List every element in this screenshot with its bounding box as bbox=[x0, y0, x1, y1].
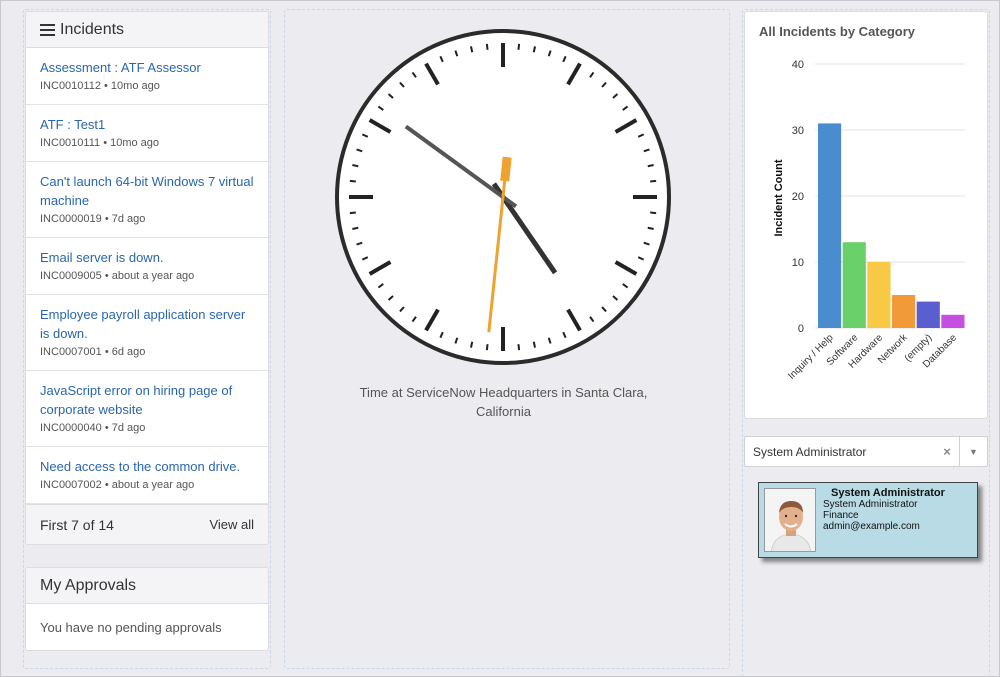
clock-second-hand-counterweight bbox=[500, 156, 512, 182]
clock-minute-tick bbox=[352, 226, 359, 230]
chart-y-tick-label: 20 bbox=[792, 191, 804, 203]
chart-bar bbox=[916, 301, 940, 328]
incident-meta: INC0007001 • 6d ago bbox=[40, 346, 146, 358]
chart-bar bbox=[941, 314, 965, 328]
incident-list-item[interactable]: ATF : Test1 INC0010111 • 10mo ago bbox=[26, 105, 268, 162]
incident-title-link[interactable]: ATF : Test1 bbox=[40, 115, 254, 134]
clock-minute-tick bbox=[470, 46, 474, 53]
clock-caption: Time at ServiceNow Headquarters in Santa… bbox=[359, 385, 648, 419]
incident-list-item[interactable]: JavaScript error on hiring page of corpo… bbox=[26, 371, 268, 447]
view-all-link[interactable]: View all bbox=[209, 517, 254, 532]
incident-list-item[interactable]: Assessment : ATF Assessor INC0010112 • 10… bbox=[26, 48, 268, 105]
chevron-down-icon[interactable]: ▼ bbox=[959, 437, 987, 466]
chart-bar bbox=[842, 242, 866, 328]
clock-minute-tick bbox=[532, 46, 536, 53]
approvals-panel: My Approvals You have no pending approva… bbox=[25, 567, 269, 651]
clock-minute-tick bbox=[650, 211, 657, 215]
user-select-value: System Administrator bbox=[753, 444, 867, 459]
incident-title-link[interactable]: Can't launch 64-bit Windows 7 virtual ma… bbox=[40, 172, 254, 210]
clock-minute-tick bbox=[650, 179, 657, 183]
clock-minute-tick bbox=[517, 344, 521, 351]
incident-meta: INC0000040 • 7d ago bbox=[40, 422, 146, 434]
clock-minute-tick bbox=[470, 341, 474, 348]
incidents-footer: First 7 of 14 View all bbox=[26, 504, 268, 544]
card-email[interactable]: admin@example.com bbox=[823, 521, 920, 532]
clock-minute-tick bbox=[532, 341, 536, 348]
incident-meta: INC0000019 • 7d ago bbox=[40, 213, 146, 225]
incident-list-item[interactable]: Email server is down. INC0009005 • about … bbox=[26, 238, 268, 295]
card-name: System Administrator bbox=[831, 487, 945, 499]
clock-minute-tick bbox=[349, 211, 356, 215]
chart-y-tick-label: 30 bbox=[792, 125, 804, 137]
incident-title-link[interactable]: Assessment : ATF Assessor bbox=[40, 58, 254, 77]
incidents-header: Incidents bbox=[26, 12, 268, 48]
card-department: Finance bbox=[823, 510, 859, 521]
clock-minute-tick bbox=[647, 226, 654, 230]
clock-minute-tick bbox=[485, 344, 489, 351]
chart-y-tick-label: 40 bbox=[792, 59, 804, 71]
chart-bar bbox=[818, 123, 842, 329]
chart-y-tick-label: 10 bbox=[792, 257, 804, 269]
incident-count: First 7 of 14 bbox=[40, 516, 114, 533]
chart-bar bbox=[867, 262, 891, 328]
incident-list-item[interactable]: Can't launch 64-bit Windows 7 virtual ma… bbox=[26, 162, 268, 238]
clear-icon[interactable]: × bbox=[935, 444, 959, 459]
clock-minute-tick bbox=[647, 164, 654, 168]
clock-minute-tick bbox=[517, 43, 521, 50]
incident-meta: INC0007002 • about a year ago bbox=[40, 479, 195, 491]
chart-y-tick-label: 0 bbox=[798, 323, 804, 335]
card-title: System Administrator bbox=[823, 499, 918, 510]
incident-title-link[interactable]: Employee payroll application server is d… bbox=[40, 305, 254, 343]
incident-meta: INC0010111 • 10mo ago bbox=[40, 137, 160, 149]
approvals-empty-text: You have no pending approvals bbox=[40, 620, 222, 635]
incident-title-link[interactable]: JavaScript error on hiring page of corpo… bbox=[40, 381, 254, 419]
incident-title-link[interactable]: Need access to the common drive. bbox=[40, 457, 254, 476]
incident-meta: INC0010112 • 10mo ago bbox=[40, 80, 160, 92]
clock-minute-tick bbox=[485, 43, 489, 50]
approvals-title: My Approvals bbox=[26, 568, 268, 604]
incident-list-item[interactable]: Need access to the common drive. INC00070… bbox=[26, 447, 268, 504]
incident-title-link[interactable]: Email server is down. bbox=[40, 248, 254, 267]
incident-list: Assessment : ATF Assessor INC0010112 • 10… bbox=[26, 48, 268, 504]
user-card: System Administrator System Administrato… bbox=[758, 482, 978, 558]
incidents-panel: Incidents Assessment : ATF Assessor INC00… bbox=[25, 11, 269, 545]
incident-meta: INC0009005 • about a year ago bbox=[40, 270, 195, 282]
analog-clock bbox=[331, 25, 676, 375]
incident-list-item[interactable]: Employee payroll application server is d… bbox=[26, 295, 268, 371]
avatar bbox=[764, 488, 816, 552]
clock-minute-tick bbox=[349, 179, 356, 183]
clock-minute-tick bbox=[352, 164, 359, 168]
incidents-by-category-chart: All Incidents by Category 0 10 20 30 40 Incid… bbox=[744, 11, 988, 419]
chart-y-axis-label: Incident Count bbox=[773, 159, 785, 236]
list-icon bbox=[40, 23, 55, 36]
user-select[interactable]: System Administrator × ▼ bbox=[744, 436, 988, 467]
incidents-title: Incidents bbox=[60, 20, 125, 38]
chart-bar bbox=[892, 295, 916, 328]
